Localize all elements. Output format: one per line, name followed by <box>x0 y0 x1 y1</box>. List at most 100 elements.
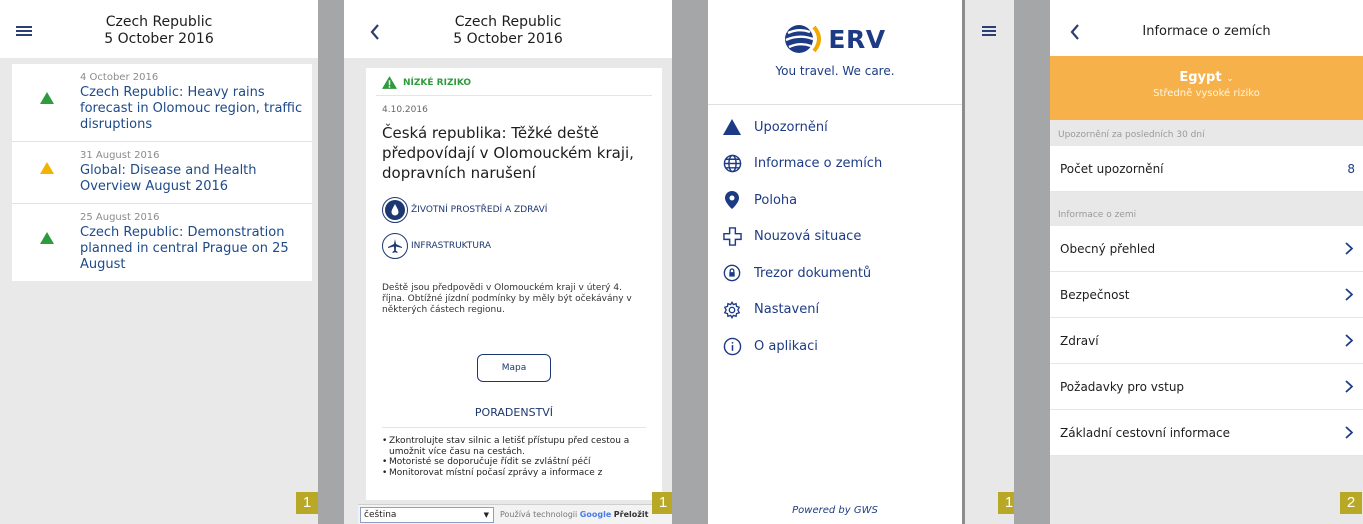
news-headline[interactable]: Czech Republic: Demonstration planned in… <box>80 225 304 273</box>
water-drop-icon <box>382 197 408 223</box>
warning-triangle-icon <box>40 162 54 174</box>
article-card: NÍZKÉ RIZIKO 4.10.2016 Česká republika: … <box>366 68 662 500</box>
news-list: 4 October 2016 Czech Republic: Heavy rai… <box>12 64 312 281</box>
chevron-right-icon <box>1345 380 1353 393</box>
news-date: 25 August 2016 <box>80 212 160 223</box>
advice-list: Zkontrolujte stav silnic a letišť přístu… <box>382 436 646 478</box>
row-label: Bezpečnost <box>1060 287 1130 302</box>
header-date: 5 October 2016 <box>104 31 214 47</box>
menu-item-document-vault[interactable]: Trezor dokumentů <box>708 255 962 292</box>
alerts-count-row[interactable]: Počet upozornění 8 <box>1050 146 1363 192</box>
alerts-list-screen: Czech Republic 5 October 2016 4 October … <box>0 0 318 524</box>
menu-item-alerts[interactable]: Upozornění <box>708 109 962 146</box>
translate-attribution: Používá technologii Google Přeložit <box>500 510 649 519</box>
airplane-icon <box>382 233 408 259</box>
advice-item: Zkontrolujte stav silnic a letišť přístu… <box>382 436 646 457</box>
row-label: Základní cestovní informace <box>1060 425 1230 440</box>
risk-label: NÍZKÉ RIZIKO <box>403 77 472 88</box>
info-row-travel-basics[interactable]: Základní cestovní informace <box>1050 410 1363 456</box>
list-item[interactable]: 25 August 2016 Czech Republic: Demonstra… <box>12 204 312 281</box>
brand-tagline: You travel. We care. <box>775 64 895 78</box>
category-label: INFRASTRUKTURA <box>411 241 491 251</box>
category-item: ŽIVOTNÍ PROSTŘEDÍ A ZDRAVÍ <box>382 197 646 223</box>
info-icon <box>722 336 742 356</box>
header-date: 5 October 2016 <box>453 31 563 47</box>
warning-triangle-icon <box>40 232 54 244</box>
menu-item-about[interactable]: O aplikaci <box>708 328 962 365</box>
side-menu: ERV You travel. We care. Upozornění Info… <box>708 0 965 524</box>
news-date: 31 August 2016 <box>80 150 160 161</box>
menu-item-label: Poloha <box>754 192 798 208</box>
advice-heading: PORADENSTVÍ <box>382 406 646 428</box>
chevron-down-icon: ⌄ <box>1226 74 1234 84</box>
info-row-general[interactable]: Obecný přehled <box>1050 226 1363 272</box>
map-button[interactable]: Mapa <box>477 354 551 382</box>
news-headline[interactable]: Global: Disease and Health Overview Augu… <box>80 163 304 195</box>
chevron-right-icon <box>1345 334 1353 347</box>
dropdown-arrow-icon: ▼ <box>483 510 489 519</box>
step-badge: 1 <box>296 492 318 514</box>
chevron-right-icon <box>1345 242 1353 255</box>
settings-gear-icon <box>722 300 742 320</box>
news-headline[interactable]: Czech Republic: Heavy rains forecast in … <box>80 85 304 133</box>
page-title: Informace o zemích <box>1142 24 1271 39</box>
list-item[interactable]: 4 October 2016 Czech Republic: Heavy rai… <box>12 64 312 142</box>
alert-detail-screen: Czech Republic 5 October 2016 NÍZKÉ RIZI… <box>344 0 672 524</box>
google-logo: Google <box>579 510 612 519</box>
info-row-entry-requirements[interactable]: Požadavky pro vstup <box>1050 364 1363 410</box>
language-select[interactable]: čeština ▼ <box>360 506 494 523</box>
location-pin-icon <box>722 190 742 210</box>
language-selected: čeština <box>364 509 397 520</box>
erv-globe-logo-icon <box>785 25 822 53</box>
brand-name: ERV <box>828 24 886 54</box>
menu-item-label: O aplikaci <box>754 338 818 354</box>
advice-item: Motoristé se doporučuje řídit se zvláštn… <box>382 457 646 468</box>
translate-note: Používá technologii <box>500 510 578 519</box>
menu-item-country-info[interactable]: Informace o zemích <box>708 146 962 183</box>
page-title: Czech Republic 5 October 2016 <box>0 14 318 48</box>
info-row-security[interactable]: Bezpečnost <box>1050 272 1363 318</box>
document-vault-icon <box>722 263 742 283</box>
step-badge: 1 <box>998 492 1014 514</box>
warning-icon <box>722 117 742 137</box>
erv-logo: ERV <box>708 22 962 56</box>
translate-link[interactable]: Přeložit <box>614 510 649 519</box>
article-title: Česká republika: Těžké deště předpovídaj… <box>382 124 634 182</box>
alerts-count: 8 <box>1347 161 1355 176</box>
menu-item-label: Upozornění <box>754 119 828 135</box>
section-header: Upozornění za posledních 30 dní <box>1058 130 1205 140</box>
row-label: Obecný přehled <box>1060 241 1156 256</box>
page-title: Czech Republic 5 October 2016 <box>344 14 672 48</box>
header-country: Czech Republic <box>454 14 562 30</box>
article-date: 4.10.2016 <box>382 105 428 115</box>
section-header: Informace o zemi <box>1058 210 1137 220</box>
step-badge: 1 <box>652 492 672 514</box>
risk-level: NÍZKÉ RIZIKO <box>376 68 652 96</box>
country-name-text: Egypt <box>1179 70 1222 85</box>
info-row-health[interactable]: Zdraví <box>1050 318 1363 364</box>
warning-triangle-icon <box>382 76 397 89</box>
hamburger-menu-icon[interactable] <box>982 26 996 38</box>
row-label: Počet upozornění <box>1060 161 1164 176</box>
warning-triangle-icon <box>40 92 54 104</box>
app-header: Czech Republic 5 October 2016 <box>344 0 672 58</box>
step-badge: 2 <box>1340 492 1362 514</box>
menu-item-label: Trezor dokumentů <box>754 265 872 281</box>
advice-item: Monitorovat místní počasí zprávy a infor… <box>382 468 646 479</box>
header-country: Czech Republic <box>105 14 213 30</box>
navigation-drawer-screen: ERV You travel. We care. Upozornění Info… <box>708 0 1014 524</box>
menu-item-emergency[interactable]: Nouzová situace <box>708 219 962 256</box>
country-info-screen: Informace o zemích Egypt ⌄ Středně vysok… <box>1050 0 1363 524</box>
news-date: 4 October 2016 <box>80 72 159 83</box>
globe-icon <box>722 154 742 174</box>
list-item[interactable]: 31 August 2016 Global: Disease and Healt… <box>12 142 312 204</box>
country-risk-level: Středně vysoké riziko <box>1153 88 1260 99</box>
chevron-right-icon <box>1345 288 1353 301</box>
menu-item-settings[interactable]: Nastavení <box>708 292 962 329</box>
menu-item-label: Informace o zemích <box>754 156 883 172</box>
category-label: ŽIVOTNÍ PROSTŘEDÍ A ZDRAVÍ <box>411 205 548 215</box>
country-selector[interactable]: Egypt ⌄ Středně vysoké riziko <box>1050 56 1363 120</box>
google-translate-bar: čeština ▼ Používá technologii Google Pře… <box>358 504 672 524</box>
country-name: Egypt ⌄ <box>1050 70 1363 85</box>
menu-item-location[interactable]: Poloha <box>708 182 962 219</box>
